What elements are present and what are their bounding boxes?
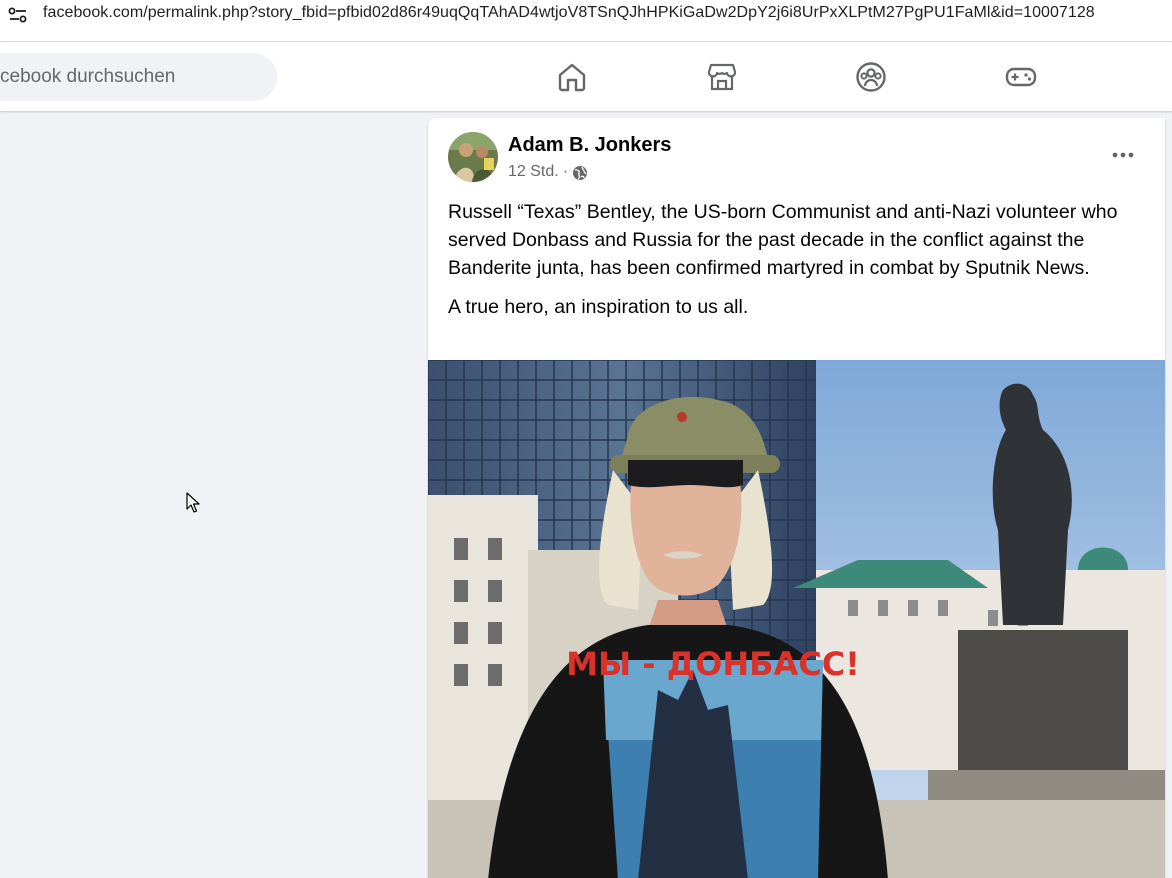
more-options-icon[interactable] — [1111, 146, 1135, 164]
meta-separator: · — [562, 163, 569, 180]
post-photo[interactable]: МЫ - ДОНБАСС! — [428, 360, 1165, 878]
post-text: Russell “Texas” Bentley, the US-born Com… — [448, 198, 1148, 332]
post-author-name[interactable]: Adam B. Jonkers — [508, 134, 671, 157]
post-paragraph: Russell “Texas” Bentley, the US-born Com… — [448, 201, 1118, 279]
post-card: Adam B. Jonkers 12 Std. · Russell “Texas… — [428, 118, 1165, 878]
mouse-cursor-icon — [186, 492, 200, 513]
url-text[interactable]: facebook.com/permalink.php?story_fbid=pf… — [43, 4, 1095, 22]
facebook-header: cebook durchsuchen — [0, 42, 1172, 111]
search-input[interactable]: cebook durchsuchen — [0, 53, 277, 101]
globe-icon — [573, 166, 588, 180]
shirt-text: МЫ - ДОНБАСС! — [566, 645, 860, 683]
home-icon[interactable] — [556, 61, 588, 93]
browser-address-bar[interactable]: facebook.com/permalink.php?story_fbid=pf… — [0, 0, 1172, 42]
search-placeholder: cebook durchsuchen — [0, 66, 176, 87]
post-meta: 12 Std. · — [508, 163, 588, 181]
gaming-icon[interactable] — [1005, 61, 1037, 93]
groups-icon[interactable] — [855, 61, 887, 93]
site-settings-icon[interactable] — [8, 6, 28, 24]
post-paragraph: A true hero, an inspiration to us all. — [448, 296, 749, 318]
marketplace-icon[interactable] — [706, 61, 738, 93]
post-timestamp[interactable]: 12 Std. — [508, 163, 559, 181]
author-avatar[interactable] — [448, 132, 498, 182]
